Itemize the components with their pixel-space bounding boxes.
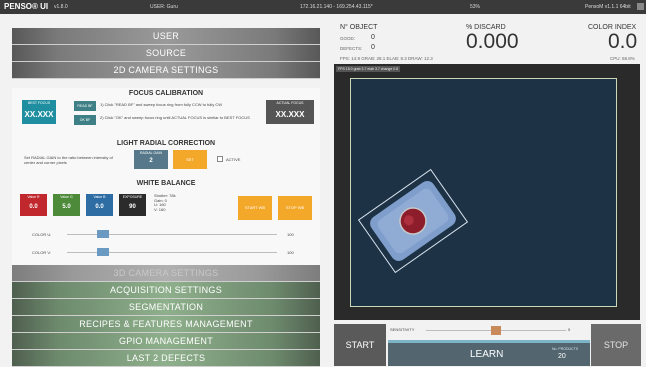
sensitivity-slider-thumb[interactable] bbox=[491, 326, 501, 335]
learn-label: LEARN bbox=[470, 349, 504, 360]
wb-blue-tile[interactable]: Value B 0.0 bbox=[86, 194, 113, 216]
wb-blue-value: 0.0 bbox=[95, 204, 104, 210]
start-button[interactable]: START bbox=[334, 324, 386, 366]
wb-red-value: 0.0 bbox=[29, 204, 38, 210]
products-value: 20 bbox=[558, 353, 566, 360]
menu-segmentation[interactable]: SEGMENTATION bbox=[12, 299, 320, 316]
wb-info: Shutter: 78k Gain: 0 U: 160 V: 160 bbox=[154, 193, 176, 212]
current-user: USER: Guru bbox=[150, 4, 178, 10]
ip-address: 172.16.21.140 - 169.254.43.115* bbox=[300, 4, 373, 10]
window-menu-icon[interactable] bbox=[637, 3, 644, 10]
start-wb-button[interactable]: START WB bbox=[238, 196, 272, 220]
menu-2d-camera-settings[interactable]: 2D CAMERA SETTINGS bbox=[12, 62, 320, 79]
sensitivity-value: 5 bbox=[568, 327, 571, 332]
sensitivity-row: SENSITIVITY 5 bbox=[388, 324, 588, 337]
cpu-usage: CPU: 58.8% bbox=[610, 56, 635, 61]
radial-gain-label: RADIAL GAIN bbox=[139, 151, 163, 155]
white-balance-title: WHITE BALANCE bbox=[136, 180, 196, 187]
focus-step-2: 2) Click "OK" and sweep focus ring until… bbox=[100, 115, 250, 120]
menu-gpio[interactable]: GPIO MANAGEMENT bbox=[12, 333, 320, 350]
menu-acquisition-settings[interactable]: ACQUISITION SETTINGS bbox=[12, 282, 320, 299]
menu-last-defects[interactable]: LAST 2 DEFECTS bbox=[12, 350, 320, 367]
defects-label: DEFECTS: bbox=[340, 46, 363, 51]
color-u-label: COLOR U: bbox=[32, 232, 52, 237]
menu-3d-camera-settings[interactable]: 3D CAMERA SETTINGS bbox=[12, 265, 320, 282]
color-u-row: COLOR U: 100 bbox=[12, 230, 320, 240]
wb-green-value: 5.0 bbox=[62, 204, 71, 210]
wb-exposure-tile[interactable]: EXPOSURE 90 bbox=[119, 194, 146, 216]
focus-step-1: 1) Click "READ BF" and sweep focus ring … bbox=[100, 102, 222, 107]
object-count-label: N° OBJECT bbox=[340, 24, 378, 31]
app-window: PENSO® UI v1.8.0 USER: Guru 172.16.21.14… bbox=[0, 0, 646, 367]
product-image bbox=[357, 168, 469, 274]
camera-settings-panel: FOCUS CALIBRATION BEST FOCUS XX.XXX READ… bbox=[12, 88, 320, 284]
radial-title: LIGHT RADIAL CORRECTION bbox=[116, 140, 216, 147]
color-u-value: 100 bbox=[287, 232, 294, 237]
menu-recipes[interactable]: RECIPES & FEATURES MANAGEMENT bbox=[12, 316, 320, 333]
radial-gain-value: 2 bbox=[149, 158, 153, 164]
color-v-label: COLOR V: bbox=[32, 250, 51, 255]
app-version: v1.8.0 bbox=[54, 4, 68, 10]
settings-column: USER SOURCE 2D CAMERA SETTINGS FOCUS CAL… bbox=[12, 20, 320, 367]
wb-green-label: Value G bbox=[60, 195, 73, 199]
menu-source[interactable]: SOURCE bbox=[12, 45, 320, 62]
camera-overlay-tag: FPS 15.0 grab 3.7 elab 3.7 change 0.8 bbox=[336, 66, 401, 72]
good-label: GOOD: bbox=[340, 36, 356, 41]
wb-green-tile[interactable]: Value G 5.0 bbox=[53, 194, 80, 216]
menu-user[interactable]: USER bbox=[12, 28, 320, 45]
wb-exposure-label: EXPOSURE bbox=[122, 195, 143, 199]
wb-red-label: Value R bbox=[27, 195, 40, 199]
inspection-roi bbox=[350, 78, 617, 307]
wb-exposure-value: 90 bbox=[129, 204, 136, 210]
focus-title: FOCUS CALIBRATION bbox=[128, 90, 204, 97]
title-bar: PENSO® UI v1.8.0 USER: Guru 172.16.21.14… bbox=[0, 0, 646, 14]
read-bf-button[interactable]: READ BF bbox=[74, 101, 96, 111]
color-index-value: 0.0 bbox=[608, 30, 638, 53]
actual-focus-value: XX.XXX bbox=[275, 110, 305, 119]
learn-button[interactable]: LEARN No. PRODUCTS 20 bbox=[388, 340, 590, 366]
radial-gain-tile[interactable]: RADIAL GAIN 2 bbox=[134, 150, 168, 169]
set-radial-button[interactable]: SET bbox=[173, 150, 207, 169]
app-brand: PENSO® UI bbox=[4, 2, 49, 11]
color-v-value: 100 bbox=[287, 250, 294, 255]
best-focus-value: XX.XXX bbox=[24, 110, 54, 119]
wb-blue-label: Value B bbox=[93, 195, 106, 199]
sensitivity-label: SENSITIVITY bbox=[390, 327, 415, 332]
color-v-row: COLOR V: 100 bbox=[12, 248, 320, 258]
active-checkbox[interactable] bbox=[217, 156, 223, 162]
stop-wb-button[interactable]: STOP WB bbox=[278, 196, 312, 220]
active-label: ACTIVE bbox=[226, 157, 241, 162]
color-u-slider-thumb[interactable] bbox=[96, 230, 109, 238]
best-focus-tile: BEST FOCUS XX.XXX bbox=[22, 100, 56, 124]
good-value: 0 bbox=[371, 34, 375, 41]
camera-view[interactable]: FPS 15.0 grab 3.7 elab 3.7 change 0.8 bbox=[334, 64, 640, 320]
fps-stats: FPS: 14.9 GRAB: 28.1 ELAB: 8.3 DRAW: 12.… bbox=[340, 56, 433, 61]
ok-bf-button[interactable]: OK BF bbox=[74, 115, 96, 125]
color-v-slider-thumb[interactable] bbox=[96, 248, 109, 256]
defects-value: 0 bbox=[371, 44, 375, 51]
wb-v: V: 160 bbox=[154, 206, 166, 212]
stop-button[interactable]: STOP bbox=[591, 324, 641, 366]
products-label: No. PRODUCTS bbox=[552, 347, 579, 351]
best-focus-label: BEST FOCUS bbox=[27, 101, 51, 105]
actual-focus-tile: ACTUAL FOCUS XX.XXX bbox=[266, 100, 314, 124]
discard-value: 0.000 bbox=[466, 30, 519, 53]
load-percent: 53% bbox=[470, 4, 481, 10]
radial-note: Set RADIAL GAIN to the ratio between int… bbox=[24, 155, 113, 165]
actual-focus-label: ACTUAL FOCUS bbox=[276, 101, 304, 105]
wb-red-tile[interactable]: Value R 0.0 bbox=[20, 194, 47, 216]
build-info: PensoM v1.1.1 64bit bbox=[585, 4, 631, 10]
